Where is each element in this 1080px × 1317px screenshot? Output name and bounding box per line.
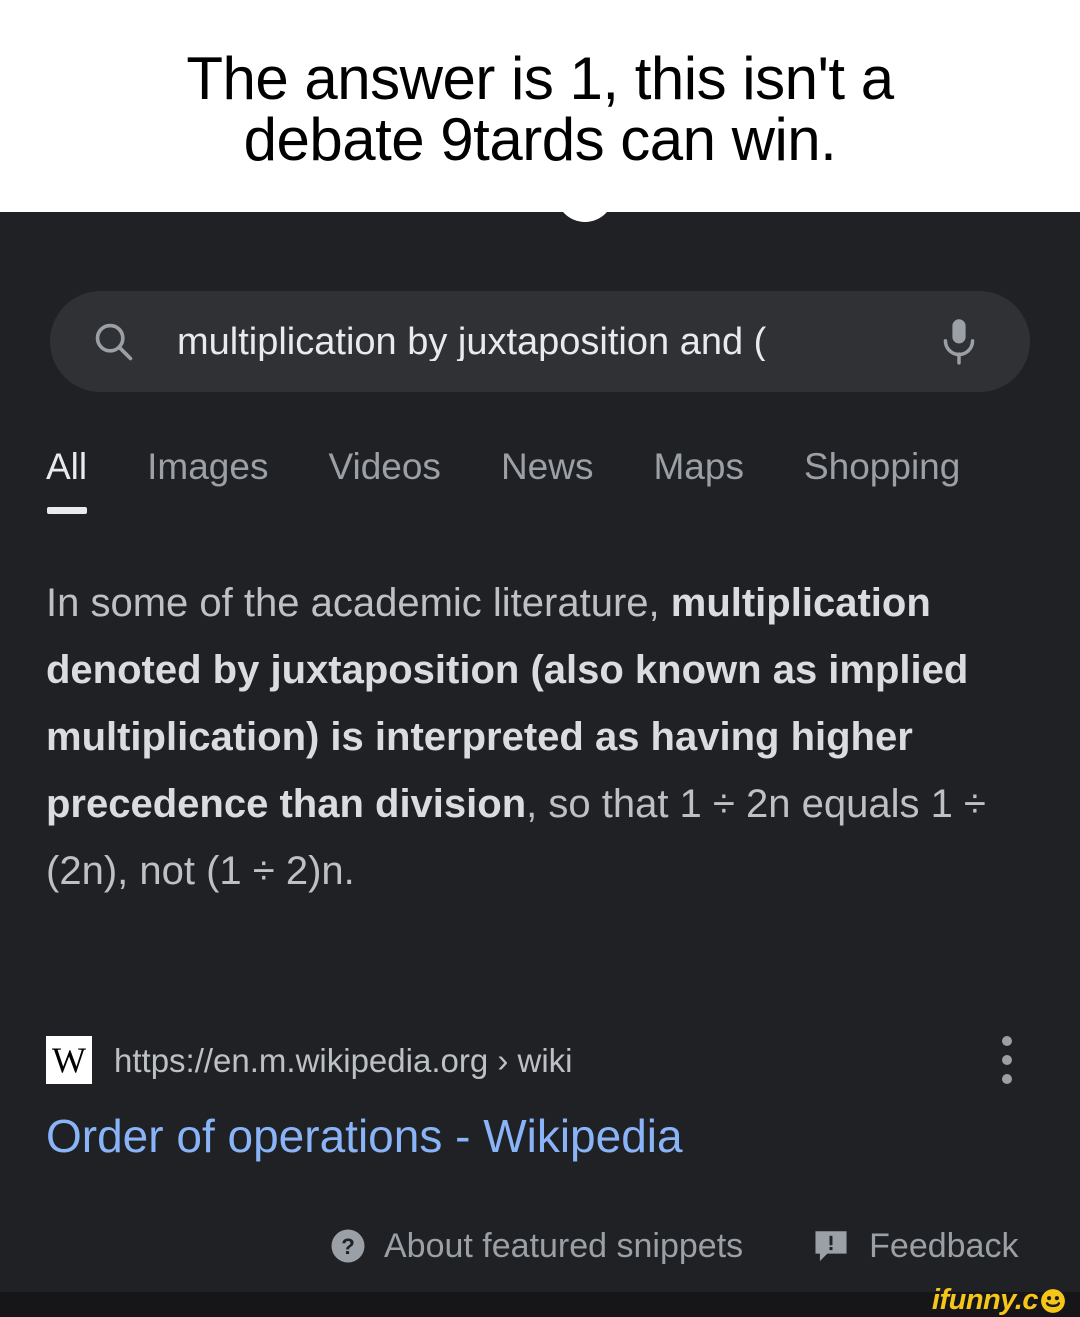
help-circle-icon: ? [331, 1229, 365, 1263]
google-search-screenshot: multiplication by juxtaposition and ( Al… [0, 212, 1080, 1292]
tab-images[interactable]: Images [147, 448, 268, 501]
tab-maps[interactable]: Maps [653, 448, 743, 501]
wikipedia-favicon: W [46, 1036, 92, 1084]
feedback-label: Feedback [869, 1227, 1019, 1265]
search-input[interactable]: multiplication by juxtaposition and ( [177, 323, 925, 361]
snippet-text-lead: In some of the academic literature, [46, 581, 671, 625]
svg-text:?: ? [341, 1234, 355, 1259]
kebab-dot [1002, 1074, 1012, 1084]
about-featured-snippets-label: About featured snippets [384, 1227, 744, 1265]
feedback-button[interactable]: Feedback [813, 1229, 1018, 1263]
result-source-row[interactable]: W https://en.m.wikipedia.org › wiki [46, 1034, 1056, 1086]
kebab-dot [1002, 1055, 1012, 1065]
cropped-google-logo-glyph [556, 212, 614, 222]
kebab-dot [1002, 1036, 1012, 1046]
tab-videos-label: Videos [328, 446, 441, 487]
about-featured-snippets-button[interactable]: ? About featured snippets [330, 1228, 743, 1264]
watermark-text: ifunny.c [931, 1284, 1039, 1316]
tab-images-label: Images [147, 446, 269, 487]
caption-line-1: The answer is 1, this isn't a [186, 44, 894, 112]
tab-shopping-label: Shopping [803, 446, 961, 487]
kebab-menu-icon[interactable] [1002, 1036, 1012, 1084]
search-bar[interactable]: multiplication by juxtaposition and ( [50, 291, 1030, 392]
snippet-footer: ? About featured snippets Feedback [330, 1220, 1050, 1272]
tab-all-label: All [46, 446, 88, 487]
featured-snippet-text: In some of the academic literature, mult… [46, 570, 1056, 905]
caption-line-2: debate 9tards can win. [243, 106, 837, 173]
tab-videos[interactable]: Videos [328, 448, 440, 501]
result-url[interactable]: https://en.m.wikipedia.org › wiki [114, 1044, 573, 1077]
search-tabs[interactable]: All Images Videos News Maps Shopping [46, 448, 1080, 520]
microphone-icon[interactable] [937, 315, 981, 369]
feedback-icon [815, 1231, 847, 1262]
bottom-bar [0, 1292, 1080, 1317]
favicon-letter: W [52, 1040, 86, 1080]
smiley-face-icon [1041, 1288, 1065, 1313]
tab-active-underline [47, 507, 87, 514]
ifunny-watermark: ifunny.c [932, 1286, 1066, 1315]
search-icon[interactable] [91, 319, 137, 365]
tab-news[interactable]: News [501, 448, 594, 501]
tab-all[interactable]: All [46, 446, 88, 514]
meme-caption: The answer is 1, this isn't a debate 9ta… [0, 0, 1080, 212]
tab-maps-label: Maps [653, 446, 744, 487]
tab-news-label: News [500, 446, 594, 487]
tab-shopping[interactable]: Shopping [804, 448, 960, 501]
result-title-link[interactable]: Order of operations - Wikipedia [46, 1110, 683, 1163]
